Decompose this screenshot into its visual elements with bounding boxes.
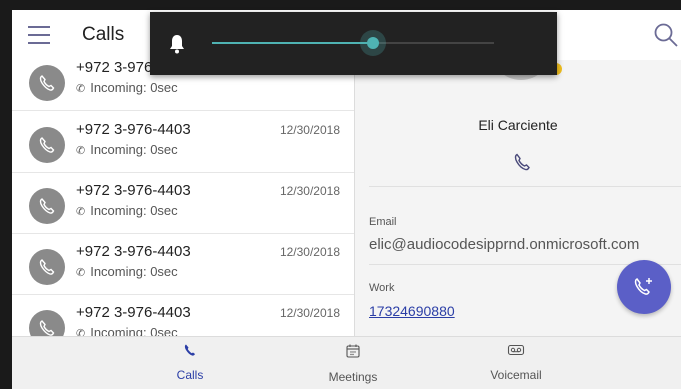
nav-meetings[interactable]: Meetings	[303, 343, 403, 384]
nav-calls-label: Calls	[176, 368, 204, 382]
contact-name: Eli Carciente	[478, 117, 558, 133]
call-type-label: Incoming: 0sec	[90, 203, 178, 218]
page-title: Calls	[82, 24, 125, 45]
caller-phone-icon	[39, 320, 55, 336]
volume-thumb-dot	[366, 37, 379, 49]
calls-icon	[184, 344, 195, 356]
call-contact-icon[interactable]	[512, 152, 532, 172]
avatar	[29, 188, 65, 224]
caller-phone-icon	[39, 198, 55, 214]
bell-icon	[170, 35, 184, 54]
call-row[interactable]: +972 3-976-4403 ✆ Incoming: 0sec 12/30/20…	[12, 111, 354, 173]
volume-overlay	[150, 12, 557, 75]
call-date: 12/30/2018	[279, 306, 340, 320]
calls-list: +972 3-976-4403 ✆ Incoming: 0sec +972 3-9…	[12, 60, 355, 336]
volume-fill	[212, 42, 373, 44]
new-call-button[interactable]	[617, 260, 671, 314]
call-date: 12/30/2018	[279, 245, 340, 259]
avatar	[29, 127, 65, 163]
incoming-call-icon: ✆	[76, 328, 86, 336]
voicemail-icon	[507, 344, 525, 356]
volume-slider-thumb[interactable]	[359, 30, 386, 56]
call-number: +972 3-976-4403	[76, 182, 191, 199]
call-type: ✆ Incoming: 0sec	[76, 264, 178, 279]
call-type-label: Incoming: 0sec	[90, 142, 178, 157]
call-number: +972 3-976-4403	[76, 243, 191, 260]
call-row[interactable]: +972 3-976-4403 ✆ Incoming: 0sec 12/30/20…	[12, 233, 354, 295]
incoming-call-icon: ✆	[76, 206, 86, 218]
add-call-icon	[634, 278, 652, 295]
avatar	[29, 310, 65, 336]
incoming-call-icon: ✆	[76, 267, 86, 279]
incoming-call-icon: ✆	[76, 145, 86, 157]
email-value: elic@audiocodesipprnd.onmicrosoft.com	[369, 236, 640, 253]
calendar-icon	[346, 344, 360, 358]
bottom-navigation: Calls Meetings Voicemail	[12, 336, 681, 389]
call-type-label: Incoming: 0sec	[90, 80, 178, 95]
call-type: ✆ Incoming: 0sec	[76, 325, 178, 336]
work-phone-link[interactable]: 17324690880	[369, 303, 455, 319]
email-label: Email	[369, 216, 397, 228]
nav-calls[interactable]: Calls	[140, 343, 240, 382]
call-number: +972 3-976-4403	[76, 121, 191, 138]
nav-voicemail-label: Voicemail	[490, 368, 542, 382]
call-row[interactable]: +972 3-976-4403 ✆ Incoming: 0sec 12/30/20…	[12, 294, 354, 336]
nav-voicemail[interactable]: Voicemail	[466, 343, 566, 382]
search-icon[interactable]	[653, 22, 679, 48]
call-type: ✆ Incoming: 0sec	[76, 142, 178, 157]
call-row[interactable]: +972 3-976-4403 ✆ Incoming: 0sec 12/30/20…	[12, 172, 354, 234]
work-label: Work	[369, 282, 395, 294]
nav-meetings-label: Meetings	[328, 370, 378, 384]
call-date: 12/30/2018	[279, 123, 340, 137]
call-type: ✆ Incoming: 0sec	[76, 203, 178, 218]
call-type-label: Incoming: 0sec	[90, 264, 178, 279]
call-date: 12/30/2018	[279, 184, 340, 198]
caller-phone-icon	[39, 259, 55, 275]
caller-phone-icon	[39, 75, 55, 91]
incoming-call-icon: ✆	[76, 83, 86, 95]
avatar	[29, 65, 65, 101]
call-type: ✆ Incoming: 0sec	[76, 80, 178, 95]
divider	[369, 186, 681, 187]
call-number: +972 3-976-4403	[76, 304, 191, 321]
avatar	[29, 249, 65, 285]
menu-icon[interactable]	[28, 26, 50, 44]
call-type-label: Incoming: 0sec	[90, 325, 178, 336]
caller-phone-icon	[39, 137, 55, 153]
